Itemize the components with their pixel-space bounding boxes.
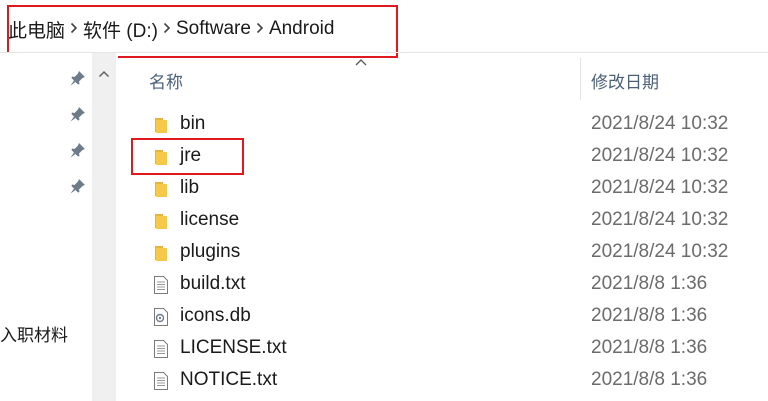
column-header-date-modified[interactable]: 修改日期 bbox=[591, 68, 659, 93]
file-date: 2021/8/24 10:32 bbox=[591, 241, 729, 262]
file-name: build.txt bbox=[180, 273, 246, 294]
breadcrumb: 此电脑 软件 (D:) Software Android bbox=[8, 15, 334, 43]
file-row-license[interactable]: license 2021/8/24 10:32 bbox=[150, 205, 760, 237]
file-row-plugins[interactable]: plugins 2021/8/24 10:32 bbox=[150, 237, 760, 269]
file-date: 2021/8/24 10:32 bbox=[591, 145, 729, 166]
file-date: 2021/8/8 1:36 bbox=[591, 305, 708, 326]
breadcrumb-android[interactable]: Android bbox=[269, 18, 335, 40]
column-divider[interactable] bbox=[580, 58, 581, 100]
file-name: jre bbox=[180, 145, 202, 166]
file-name: lib bbox=[180, 177, 200, 198]
text-file-icon bbox=[152, 275, 170, 295]
file-date: 2021/8/24 10:32 bbox=[591, 177, 729, 198]
db-file-icon bbox=[152, 307, 170, 327]
folder-icon bbox=[152, 115, 170, 135]
file-row-build-txt[interactable]: build.txt 2021/8/8 1:36 bbox=[150, 269, 760, 301]
pin-icon[interactable] bbox=[68, 104, 88, 124]
breadcrumb-this-pc[interactable]: 此电脑 bbox=[8, 16, 65, 43]
file-name: plugins bbox=[180, 241, 241, 262]
nav-item-label[interactable]: 入职材料 bbox=[0, 321, 68, 346]
file-date: 2021/8/8 1:36 bbox=[591, 273, 708, 294]
pin-icon[interactable] bbox=[68, 140, 88, 160]
file-name: license bbox=[180, 209, 240, 230]
column-header-name[interactable]: 名称 bbox=[149, 68, 183, 93]
file-name: LICENSE.txt bbox=[180, 337, 287, 358]
folder-icon bbox=[152, 243, 170, 263]
file-row-icons-db[interactable]: icons.db 2021/8/8 1:36 bbox=[150, 301, 760, 333]
pin-icon[interactable] bbox=[68, 176, 88, 196]
breadcrumb-software[interactable]: Software bbox=[176, 18, 251, 40]
file-row-lib[interactable]: lib 2021/8/24 10:32 bbox=[150, 173, 760, 205]
chevron-right-icon[interactable] bbox=[65, 22, 83, 37]
file-row-jre[interactable]: jre 2021/8/24 10:32 bbox=[150, 141, 760, 173]
address-bar[interactable]: 此电脑 软件 (D:) Software Android bbox=[0, 0, 768, 52]
file-name: bin bbox=[180, 113, 206, 134]
folder-icon bbox=[152, 179, 170, 199]
sort-ascending-icon bbox=[354, 54, 368, 66]
chevron-right-icon[interactable] bbox=[158, 22, 176, 37]
file-date: 2021/8/24 10:32 bbox=[591, 113, 729, 134]
file-date: 2021/8/8 1:36 bbox=[591, 369, 708, 390]
folder-icon bbox=[152, 147, 170, 167]
file-name: icons.db bbox=[180, 305, 251, 326]
pin-icon[interactable] bbox=[68, 68, 88, 88]
text-file-icon bbox=[152, 339, 170, 359]
folder-icon bbox=[152, 211, 170, 231]
text-file-icon bbox=[152, 371, 170, 391]
file-date: 2021/8/8 1:36 bbox=[591, 337, 708, 358]
chevron-up-icon[interactable] bbox=[92, 60, 116, 88]
file-row-notice-txt[interactable]: NOTICE.txt 2021/8/8 1:36 bbox=[150, 365, 760, 397]
breadcrumb-drive-d[interactable]: 软件 (D:) bbox=[83, 16, 158, 43]
file-row-license-txt[interactable]: LICENSE.txt 2021/8/8 1:36 bbox=[150, 333, 760, 365]
nav-scrollbar[interactable] bbox=[92, 53, 116, 401]
file-date: 2021/8/24 10:32 bbox=[591, 209, 729, 230]
file-row-bin[interactable]: bin 2021/8/24 10:32 bbox=[150, 109, 760, 141]
file-name: NOTICE.txt bbox=[180, 369, 278, 390]
chevron-right-icon[interactable] bbox=[251, 22, 269, 37]
